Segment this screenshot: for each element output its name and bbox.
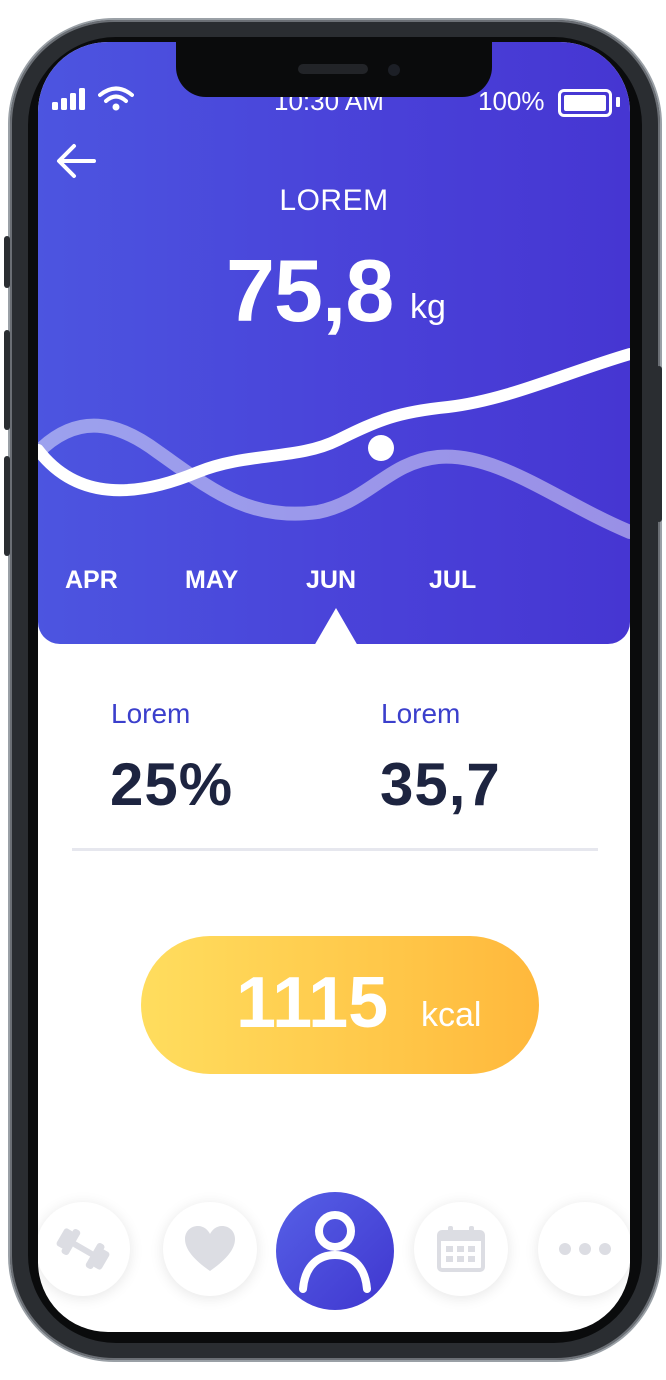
stat-value-left: 25% [110, 751, 234, 818]
weight-trend-curve [38, 348, 630, 539]
signal-icon [52, 88, 85, 110]
power-button [656, 366, 662, 522]
month-tab-may[interactable]: MAY [185, 566, 238, 595]
calories-value: 1115 [236, 963, 389, 1043]
back-arrow-icon[interactable] [54, 142, 98, 180]
volume-up-button [4, 330, 10, 430]
mute-switch [4, 236, 10, 288]
weight-header: 10:30 AM 100% LOREM 75,8 kg APR MAY JUN … [38, 42, 630, 644]
front-camera [388, 64, 400, 76]
stats-divider [72, 848, 598, 851]
selected-point-marker [368, 435, 394, 461]
battery-percent: 100% [478, 86, 545, 116]
dumbbell-icon [56, 1228, 110, 1270]
nav-workout-button[interactable] [38, 1202, 130, 1296]
more-icon [559, 1243, 611, 1255]
nav-calendar-button[interactable] [414, 1202, 508, 1296]
month-tab-apr[interactable]: APR [65, 566, 118, 595]
month-tab-jun[interactable]: JUN [306, 566, 356, 595]
selected-month-pointer [314, 608, 358, 646]
volume-down-button [4, 456, 10, 556]
nav-more-button[interactable] [538, 1202, 630, 1296]
notch [176, 42, 492, 97]
calendar-icon [437, 1226, 485, 1272]
app-screen: 10:30 AM 100% LOREM 75,8 kg APR MAY JUN … [38, 42, 630, 1332]
calories-button[interactable]: 1115 kcal [141, 936, 539, 1074]
heart-icon [185, 1226, 235, 1271]
calories-unit: kcal [421, 996, 482, 1034]
speaker [298, 64, 368, 74]
user-icon [299, 1211, 371, 1293]
stat-label-right: Lorem [381, 698, 461, 729]
battery-icon [558, 89, 612, 117]
nav-profile-button[interactable] [276, 1192, 394, 1310]
month-tab-jul[interactable]: JUL [429, 566, 476, 595]
primary-trend-line [38, 348, 630, 497]
metric-title: LOREM [279, 184, 389, 217]
battery-tip [616, 97, 620, 107]
nav-favorites-button[interactable] [163, 1202, 257, 1296]
wifi-icon [98, 86, 134, 111]
stat-label-left: Lorem [111, 698, 191, 729]
stat-value-right: 35,7 [380, 751, 501, 818]
